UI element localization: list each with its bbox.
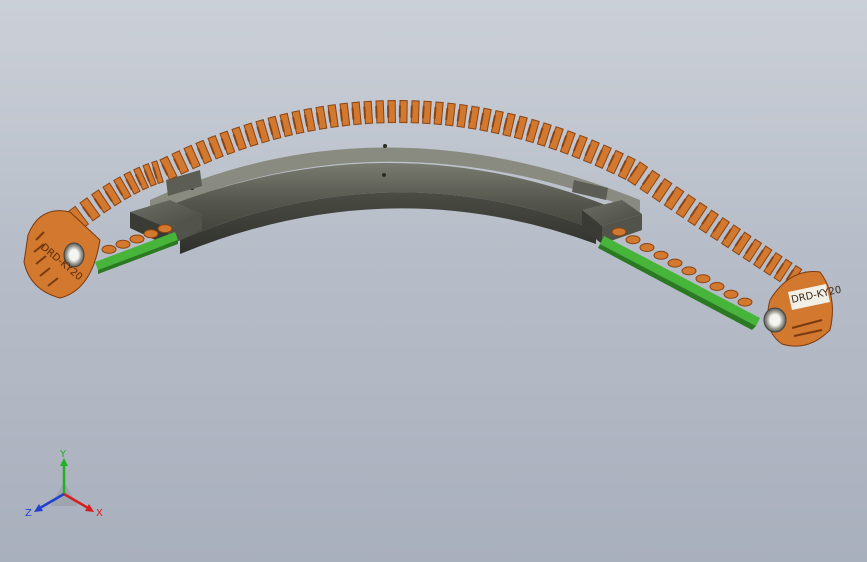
roller bbox=[625, 235, 641, 245]
right-lower-run bbox=[598, 227, 760, 330]
cable-carrier-model[interactable]: DRD-KY20 DRD-KY20 bbox=[0, 0, 867, 562]
chain-link-slot bbox=[363, 106, 367, 119]
roller bbox=[157, 224, 173, 234]
x-axis-label: X bbox=[96, 508, 103, 519]
roller bbox=[101, 244, 117, 254]
roller bbox=[667, 258, 683, 268]
chain-link-slot bbox=[433, 106, 437, 120]
roller bbox=[653, 250, 669, 260]
chain-link-slot bbox=[445, 107, 449, 121]
y-axis-label: Y bbox=[59, 449, 67, 460]
roller bbox=[639, 243, 655, 252]
chain-link-slot bbox=[351, 107, 355, 120]
roller bbox=[695, 274, 711, 284]
z-axis-label: Z bbox=[25, 508, 32, 519]
coordinate-triad: Y X Z bbox=[25, 449, 103, 519]
right-end-link: DRD-KY20 bbox=[763, 271, 843, 347]
roller bbox=[143, 229, 159, 239]
roller bbox=[681, 266, 697, 276]
roller bbox=[611, 227, 627, 237]
roller bbox=[115, 239, 131, 249]
chain-link-slot bbox=[421, 106, 425, 119]
3d-viewport[interactable]: DRD-KY20 DRD-KY20 Y X Z bbox=[0, 0, 867, 562]
roller bbox=[709, 282, 725, 291]
roller bbox=[737, 297, 753, 307]
chain-link-slot bbox=[339, 108, 343, 122]
roller bbox=[723, 289, 739, 299]
roller bbox=[129, 234, 145, 244]
curved-guide-rail bbox=[150, 144, 640, 254]
left-lower-run bbox=[95, 224, 178, 274]
chain-link bbox=[219, 130, 236, 156]
